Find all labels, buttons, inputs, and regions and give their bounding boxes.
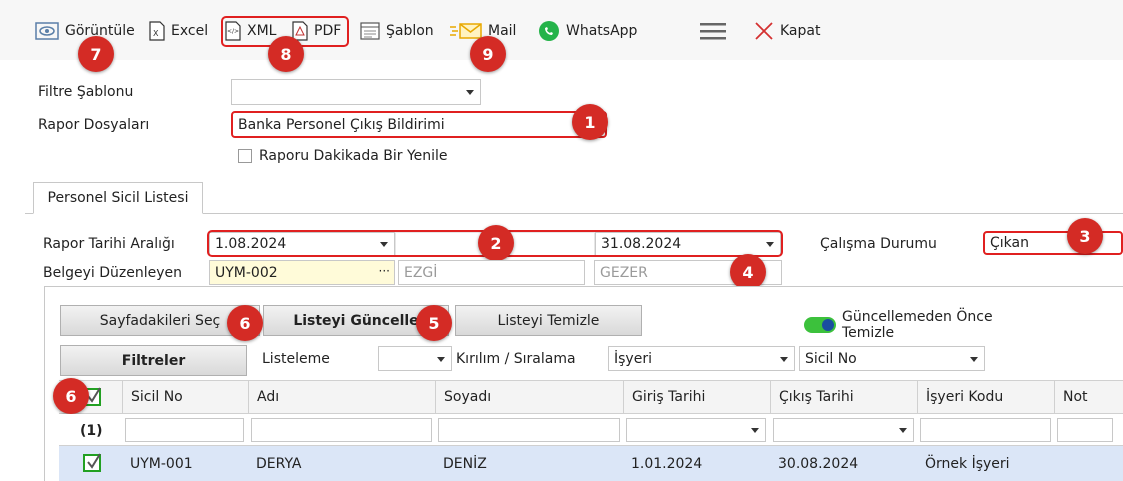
- template-label: Şablon: [386, 23, 434, 39]
- cell-not: [1054, 446, 1062, 481]
- date-range-label: Rapor Tarihi Aralığı: [43, 236, 175, 252]
- editor-first-name-input: EZGİ: [398, 260, 585, 285]
- toggle-knob: [822, 319, 834, 331]
- row-checkbox[interactable]: [83, 453, 101, 472]
- column-header-label: İşyeri Kodu: [926, 389, 1004, 405]
- filter-giris-tarihi[interactable]: [626, 418, 766, 442]
- work-status-label: Çalışma Durumu: [820, 236, 937, 252]
- cell-sicil-no: UYM-001: [130, 455, 193, 472]
- column-header-label: Not: [1063, 389, 1088, 405]
- badge-9: 9: [470, 36, 506, 72]
- filter-adi[interactable]: [251, 418, 432, 442]
- editor-code-value: UYM-002: [215, 264, 278, 281]
- chevron-down-icon: [466, 90, 474, 95]
- clear-list-button[interactable]: Listeyi Temizle: [455, 305, 642, 336]
- filter-count: (1): [80, 423, 103, 439]
- menu-button[interactable]: [700, 20, 726, 42]
- chevron-down-icon: [899, 428, 907, 433]
- grouping-value-2: Sicil No: [805, 350, 857, 367]
- refresh-checkbox[interactable]: [238, 149, 252, 163]
- column-header-not[interactable]: Not: [1054, 380, 1116, 414]
- work-status-value: Çıkan: [990, 235, 1029, 251]
- badge-6-top: 6: [227, 305, 263, 341]
- excel-button[interactable]: X Excel: [149, 20, 208, 42]
- column-header-adi[interactable]: Adı: [248, 380, 435, 414]
- editor-first-name-value: EZGİ: [404, 264, 438, 281]
- cell-cikis-tarihi: 30.08.2024: [778, 455, 859, 472]
- chevron-down-icon: [780, 356, 788, 362]
- tab-personnel-list[interactable]: Personel Sicil Listesi: [33, 182, 203, 214]
- template-button[interactable]: Şablon: [360, 20, 434, 42]
- clear-before-update-toggle[interactable]: [804, 317, 836, 333]
- grouping-value-1: İşyeri: [614, 350, 652, 367]
- chevron-down-icon: [437, 356, 445, 362]
- column-header-label: Soyadı: [444, 389, 492, 405]
- tab-personnel-list-label: Personel Sicil Listesi: [47, 190, 189, 206]
- hamburger-icon: [700, 23, 726, 40]
- chevron-down-icon: [751, 428, 759, 433]
- badge-3: 3: [1067, 218, 1103, 254]
- close-label: Kapat: [780, 23, 821, 39]
- column-header-label: Çıkış Tarihi: [779, 389, 854, 405]
- close-icon: [755, 22, 773, 40]
- grouping-select-2[interactable]: Sicil No: [799, 346, 985, 371]
- refresh-label: Raporu Dakikada Bir Yenile: [259, 148, 448, 164]
- column-header-soyadi[interactable]: Soyadı: [435, 380, 623, 414]
- whatsapp-button[interactable]: WhatsApp: [538, 20, 637, 42]
- badge-2: 2: [478, 225, 514, 261]
- filters-label: Filtreler: [121, 352, 186, 369]
- filter-soyadi[interactable]: [438, 418, 620, 442]
- filter-template-select[interactable]: [231, 79, 481, 105]
- filter-template-label: Filtre Şablonu: [38, 84, 134, 100]
- cell-giris-tarihi: 1.01.2024: [631, 455, 703, 472]
- grouping-select-1[interactable]: İşyeri: [608, 346, 795, 371]
- excel-file-icon: X: [149, 21, 165, 41]
- badge-8: 8: [268, 36, 304, 72]
- check-icon: [87, 453, 101, 469]
- badge-7: 7: [78, 36, 114, 72]
- ellipsis-icon[interactable]: ···: [379, 264, 390, 278]
- clear-list-label: Listeyi Temizle: [497, 312, 600, 329]
- cell-soyadi: DENİZ: [443, 455, 487, 472]
- whatsapp-icon: [539, 21, 559, 41]
- column-header-label: Giriş Tarihi: [632, 389, 706, 405]
- close-button[interactable]: Kapat: [754, 20, 820, 42]
- report-files-select[interactable]: Banka Personel Çıkış Bildirimi: [231, 111, 607, 138]
- select-page-label: Sayfadakileri Seç: [99, 312, 221, 329]
- chevron-down-icon: [970, 356, 978, 362]
- column-header-cikis-tarihi[interactable]: Çıkış Tarihi: [770, 380, 917, 414]
- cell-adi: DERYA: [256, 455, 302, 472]
- column-header-isyeri-kodu[interactable]: İşyeri Kodu: [917, 380, 1054, 414]
- excel-label: Excel: [171, 23, 209, 39]
- eye-icon: [35, 22, 59, 40]
- grouping-label: Kırılım / Sıralama: [456, 351, 576, 367]
- editor-label: Belgeyi Düzenleyen: [43, 265, 182, 281]
- update-list-label: Listeyi Güncelle: [293, 312, 419, 329]
- clear-before-update-label: Güncellemeden Önce Temizle: [842, 309, 993, 341]
- editor-code-input[interactable]: UYM-002 ···: [209, 260, 395, 285]
- badge-6-grid: 6: [53, 378, 89, 414]
- cell-isyeri-kodu: Örnek İşyeri: [925, 455, 1010, 472]
- listing-label: Listeleme: [262, 351, 330, 367]
- filter-cikis-tarihi[interactable]: [773, 418, 914, 442]
- filters-button[interactable]: Filtreler: [60, 345, 247, 376]
- editor-last-name-value: GEZER: [600, 264, 648, 281]
- report-files-value: Banka Personel Çıkış Bildirimi: [238, 116, 445, 133]
- template-icon: [360, 22, 380, 40]
- column-header-giris-tarihi[interactable]: Giriş Tarihi: [623, 380, 770, 414]
- mail-icon: [450, 23, 482, 39]
- filter-sicil-no[interactable]: [125, 418, 244, 442]
- badge-4: 4: [730, 254, 766, 290]
- filter-not[interactable]: [1057, 418, 1113, 442]
- column-header-label: Sicil No: [131, 389, 183, 405]
- column-header-label: Adı: [257, 389, 280, 405]
- badge-5: 5: [416, 305, 452, 341]
- badge-1: 1: [572, 104, 608, 140]
- report-files-label: Rapor Dosyaları: [38, 117, 150, 133]
- listing-select[interactable]: [378, 346, 452, 371]
- column-header-sicil-no[interactable]: Sicil No: [122, 380, 248, 414]
- svg-text:X: X: [153, 29, 159, 38]
- whatsapp-label: WhatsApp: [566, 23, 638, 39]
- filter-isyeri-kodu[interactable]: [920, 418, 1051, 442]
